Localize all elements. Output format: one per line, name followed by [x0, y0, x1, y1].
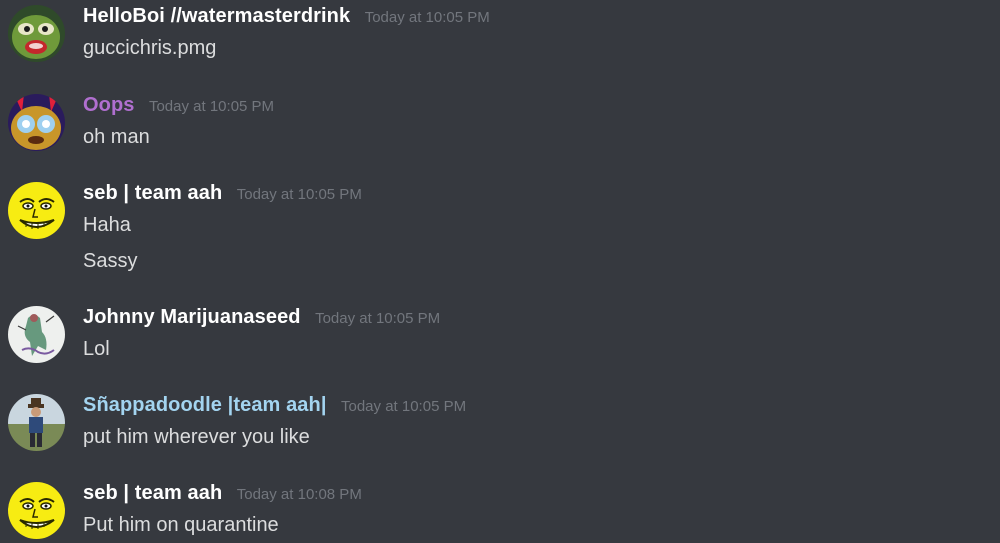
timestamp: Today at 10:05 PM [341, 398, 467, 415]
message-header: seb | team aah Today at 10:08 PM [83, 482, 362, 505]
message-text: put him wherever you like [83, 426, 310, 448]
message-header: HelloBoi //watermasterdrink Today at 10:… [83, 5, 490, 28]
username[interactable]: Johnny Marijuanaseed [83, 306, 301, 328]
message-text: guccichris.pmg [83, 37, 217, 59]
username[interactable]: Sñappadoodle |team aah| [83, 394, 327, 416]
yellow-meme-face-icon[interactable] [8, 482, 65, 539]
message-header: Sñappadoodle |team aah| Today at 10:05 P… [83, 394, 466, 417]
username[interactable]: seb | team aah [83, 482, 222, 504]
message-text: oh man [83, 126, 150, 148]
username[interactable]: seb | team aah [83, 182, 222, 204]
message-header: Johnny Marijuanaseed Today at 10:05 PM [83, 306, 440, 329]
message-header: Oops Today at 10:05 PM [83, 94, 274, 117]
timestamp: Today at 10:05 PM [364, 9, 490, 26]
sketch-figure-icon[interactable] [8, 306, 65, 363]
cowboy-photo-icon[interactable] [8, 394, 65, 451]
yellow-meme-face-icon[interactable] [8, 182, 65, 239]
message-header: seb | team aah Today at 10:05 PM [83, 182, 362, 205]
fnaf-pikachu-icon[interactable] [8, 94, 65, 151]
message-text: Lol [83, 338, 110, 360]
timestamp: Today at 10:05 PM [148, 98, 275, 115]
message-text: Put him on quarantine [83, 514, 279, 536]
username[interactable]: HelloBoi //watermasterdrink [83, 5, 350, 27]
timestamp: Today at 10:08 PM [236, 486, 362, 503]
frog-face-icon[interactable] [8, 5, 65, 62]
timestamp: Today at 10:05 PM [315, 310, 441, 327]
chat-message-list: HelloBoi //watermasterdrink Today at 10:… [0, 0, 1000, 543]
timestamp: Today at 10:05 PM [236, 186, 362, 203]
message-text: Sassy [83, 250, 138, 272]
message-text: Haha [83, 214, 131, 236]
username[interactable]: Oops [83, 94, 135, 116]
